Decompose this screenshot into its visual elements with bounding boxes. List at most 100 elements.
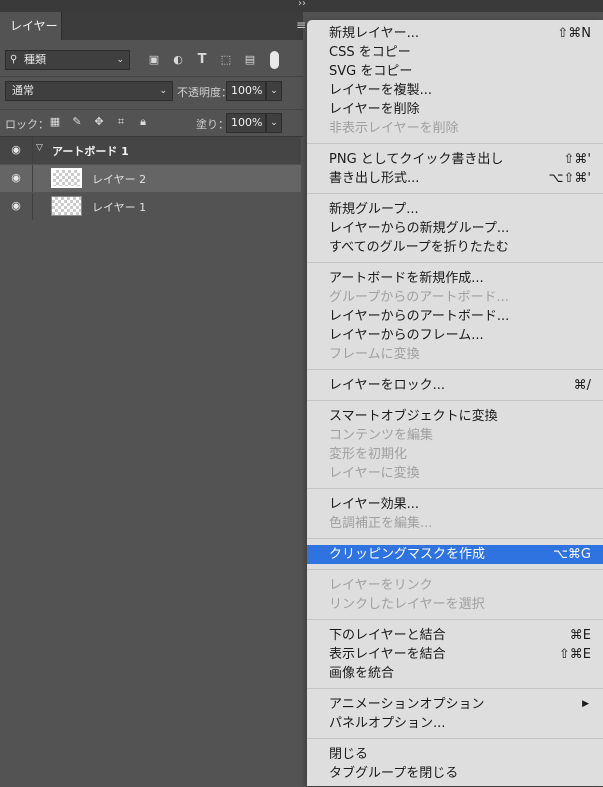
collapse-panels-icon[interactable]: ›› [298,0,306,9]
menu-item-create-clipping-mask[interactable]: クリッピングマスクを作成 ⌥⌘G [307,545,603,564]
submenu-arrow-icon: ▶ [582,699,589,709]
filter-kind-select[interactable]: ⚲ 種類 ⌄ [5,50,130,70]
blend-mode-select[interactable]: 通常 ⌄ [5,81,173,101]
layer-row[interactable]: ◉ レイヤー 1 [0,193,301,220]
chevron-down-icon: ⌄ [116,55,124,65]
menu-item-delete-hidden-layers: 非表示レイヤーを削除 [307,119,603,138]
visibility-eye-icon[interactable]: ◉ [8,199,24,213]
menu-item-label: 色調補正を編集... [329,516,433,531]
menu-item-artboard-from-group: グループからのアートボード... [307,288,603,307]
menu-item-label: パネルオプション... [329,716,446,731]
chevron-down-icon: ⌄ [159,86,167,96]
menu-separator [307,143,603,144]
menu-item-label: 下のレイヤーと結合 [329,628,446,643]
adjustment-filter-icon[interactable]: ◐ [170,52,186,68]
lock-image-brush-icon[interactable]: ✎ [70,115,84,129]
menu-item-label: 新規グループ... [329,202,419,217]
menu-separator [307,688,603,689]
menu-item-merge-visible[interactable]: 表示レイヤーを結合 ⇧⌘E [307,645,603,664]
menu-item-edit-adjustment: 色調補正を編集... [307,514,603,533]
menu-item-new-layer[interactable]: 新規レイヤー... ⇧⌘N [307,24,603,43]
filter-toggle[interactable] [270,51,279,69]
menu-item-collapse-all-groups[interactable]: すべてのグループを折りたたむ [307,238,603,257]
chevron-down-icon: ⌄ [270,86,278,96]
menu-item-label: クリッピングマスクを作成 [329,547,486,562]
lock-row: ロック： ▦ ✎ ✥ ⌗ 🔒︎ 塗り： 100% ⌄ [0,110,303,136]
menu-item-shortcut: ⌥⌘G [552,547,591,562]
menu-item-animation-options[interactable]: アニメーションオプション ▶ [307,695,603,714]
menu-item-label: タブグループを閉じる [329,766,459,781]
menu-item-delete-layer[interactable]: レイヤーを削除 [307,100,603,119]
menu-item-duplicate-layer[interactable]: レイヤーを複製... [307,81,603,100]
menu-item-label: CSS をコピー [329,45,411,60]
menu-item-new-artboard[interactable]: アートボードを新規作成... [307,269,603,288]
menu-item-link-layers: レイヤーをリンク [307,576,603,595]
shape-filter-icon[interactable]: ⬚ [218,52,234,68]
menu-item-frame-from-layers[interactable]: レイヤーからのフレーム... [307,326,603,345]
layer-row-artboard[interactable]: ◉ ▽ アートボード 1 [0,137,301,164]
lock-position-move-icon[interactable]: ✥ [92,115,106,129]
menu-item-lock-layers[interactable]: レイヤーをロック... ⌘/ [307,376,603,395]
menu-item-label: レイヤーを削除 [329,102,420,117]
menu-item-label: 新規レイヤー... [329,26,420,41]
panel-tab-bar: レイヤー ≡ [0,12,306,40]
menu-item-convert-to-smart-object[interactable]: スマートオブジェクトに変換 [307,407,603,426]
menu-item-label: 画像を統合 [329,666,395,681]
lock-artboard-icon[interactable]: ⌗ [114,115,128,129]
menu-item-panel-options[interactable]: パネルオプション... [307,714,603,733]
menu-item-label: レイヤーをロック... [329,378,446,393]
divider [32,137,33,164]
menu-item-flatten-image[interactable]: 画像を統合 [307,664,603,683]
layer-thumbnail [51,168,82,188]
menu-item-new-group-from-layers[interactable]: レイヤーからの新規グループ... [307,219,603,238]
opacity-dropdown[interactable]: ⌄ [266,81,282,101]
layer-name: レイヤー 2 [92,173,147,186]
blend-mode-value: 通常 [12,84,34,97]
window-top-strip: ›› [0,0,603,12]
menu-item-convert-to-layers: レイヤーに変換 [307,464,603,483]
visibility-eye-icon[interactable]: ◉ [8,171,24,185]
menu-item-new-group[interactable]: 新規グループ... [307,200,603,219]
lock-all-icon[interactable]: 🔒︎ [136,115,150,129]
smart-object-filter-icon[interactable]: ▤ [242,52,258,68]
menu-item-copy-css[interactable]: CSS をコピー [307,43,603,62]
layer-name: アートボード 1 [52,145,129,158]
menu-item-copy-svg[interactable]: SVG をコピー [307,62,603,81]
menu-item-quick-export-png[interactable]: PNG としてクイック書き出し ⇧⌘' [307,150,603,169]
menu-item-export-as[interactable]: 書き出し形式... ⌥⇧⌘' [307,169,603,188]
menu-item-label: レイヤー効果... [329,497,420,512]
menu-separator [307,619,603,620]
menu-item-label: レイヤーに変換 [329,466,420,481]
blend-row: 通常 ⌄ 不透明度： 100% ⌄ [0,79,303,103]
menu-item-label: アニメーションオプション [329,697,485,712]
layers-list: ◉ ▽ アートボード 1 ◉ レイヤー 2 ◉ レイヤー 1 [0,136,303,787]
panel-menu-icon[interactable]: ≡ [296,18,306,32]
menu-item-shortcut: ⇧⌘E [558,647,591,662]
tab-layers[interactable]: レイヤー [0,12,62,40]
chevron-down-icon: ⌄ [270,118,278,128]
menu-item-merge-down[interactable]: 下のレイヤーと結合 ⌘E [307,626,603,645]
menu-item-close-tab-group[interactable]: タブグループを閉じる [307,764,603,783]
menu-item-close[interactable]: 閉じる [307,745,603,764]
type-filter-icon[interactable]: T [194,52,210,68]
lock-transparency-icon[interactable]: ▦ [48,115,62,129]
menu-separator [307,488,603,489]
fill-dropdown[interactable]: ⌄ [266,113,282,133]
menu-item-label: アートボードを新規作成... [329,271,484,286]
menu-item-label: スマートオブジェクトに変換 [329,409,498,424]
chevron-down-icon[interactable]: ▽ [36,143,43,153]
divider [0,76,303,77]
fill-field[interactable]: 100% [226,113,266,133]
image-filter-icon[interactable]: ▣ [146,52,162,68]
menu-item-layer-effects[interactable]: レイヤー効果... [307,495,603,514]
menu-separator [307,369,603,370]
filter-kind-value: 種類 [24,53,46,66]
layer-row[interactable]: ◉ レイヤー 2 [0,165,301,192]
menu-item-artboard-from-layers[interactable]: レイヤーからのアートボード... [307,307,603,326]
opacity-field[interactable]: 100% [226,81,266,101]
fill-label: 塗り： [196,118,229,131]
visibility-eye-icon[interactable]: ◉ [8,143,24,157]
divider [32,165,33,192]
layers-panel: レイヤー ≡ ⚲ 種類 ⌄ ▣ ◐ T ⬚ ▤ 通常 ⌄ 不透明度： 100% … [0,12,306,787]
menu-separator [307,400,603,401]
